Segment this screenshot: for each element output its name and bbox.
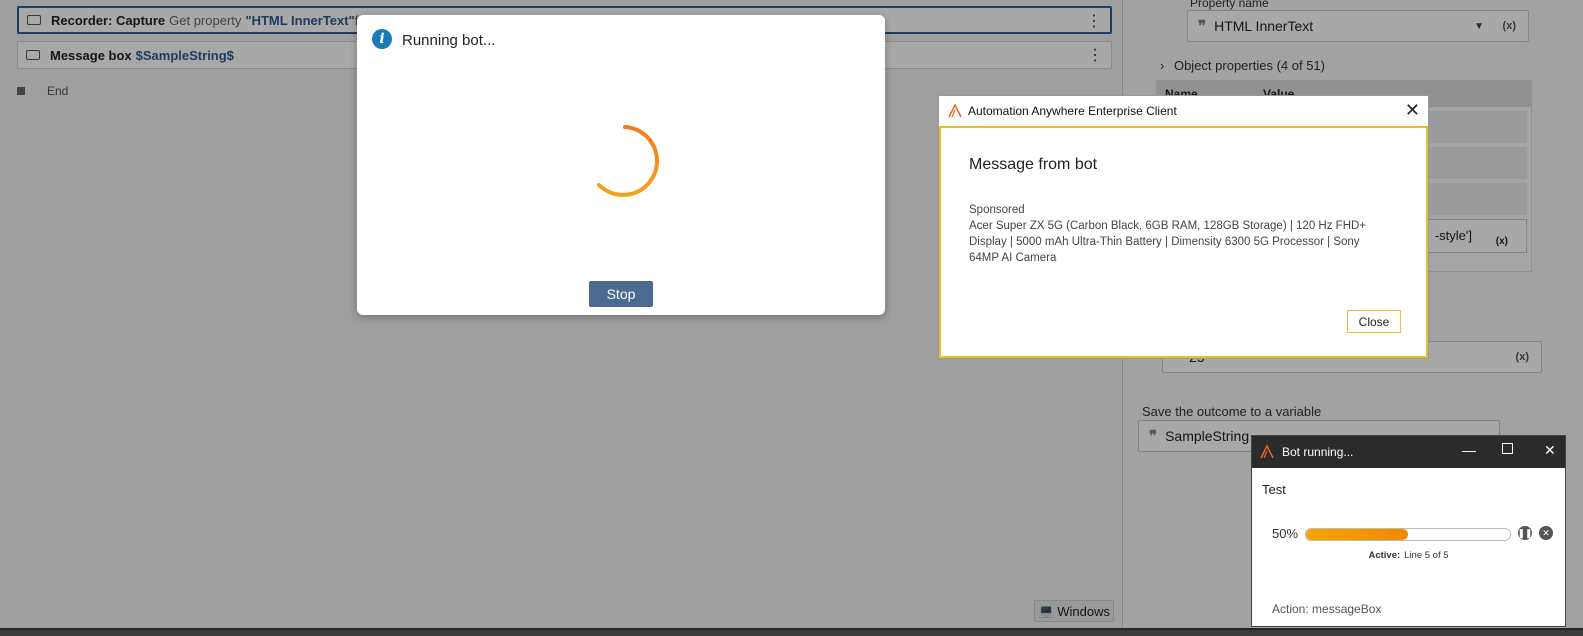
bot-running-window: Bot running... — ✕ Test 50% ❚❚ ✕ Active:… bbox=[1251, 435, 1566, 627]
dialog-titlebar: Automation Anywhere Enterprise Client ✕ bbox=[939, 96, 1428, 127]
progress-percent: 50% bbox=[1272, 526, 1299, 541]
progress-fill bbox=[1306, 529, 1408, 540]
automation-anywhere-logo-icon bbox=[1260, 445, 1274, 459]
stop-button[interactable]: Stop bbox=[589, 281, 653, 307]
cancel-icon[interactable]: ✕ bbox=[1539, 526, 1553, 540]
automation-anywhere-logo-icon bbox=[948, 104, 962, 118]
dialog-heading: Message from bot bbox=[969, 156, 1098, 173]
maximize-icon[interactable] bbox=[1502, 443, 1513, 454]
active-value: Line 5 of 5 bbox=[1404, 550, 1449, 561]
dialog-message: Sponsored Acer Super ZX 5G (Carbon Black… bbox=[969, 204, 1367, 264]
close-icon[interactable]: ✕ bbox=[1405, 100, 1420, 121]
pause-icon[interactable]: ❚❚ bbox=[1517, 526, 1533, 540]
minimize-icon[interactable]: — bbox=[1462, 442, 1476, 458]
modal-title: Running bot... bbox=[402, 32, 496, 49]
active-label: Active: bbox=[1368, 550, 1401, 561]
bot-window-title: Bot running... bbox=[1282, 445, 1354, 459]
bot-name: Test bbox=[1262, 482, 1286, 497]
loading-spinner-icon bbox=[597, 125, 660, 197]
close-button[interactable]: Close bbox=[1347, 310, 1401, 333]
active-line-status: Active: Line 5 of 5 bbox=[1252, 550, 1565, 561]
bot-window-titlebar: Bot running... — ✕ bbox=[1252, 436, 1565, 468]
running-bot-modal: i Running bot... Stop bbox=[357, 15, 885, 315]
progress-bar bbox=[1305, 528, 1511, 541]
dialog-body: Message from bot Sponsored Acer Super ZX… bbox=[939, 126, 1428, 358]
message-box-dialog: Automation Anywhere Enterprise Client ✕ … bbox=[938, 95, 1429, 359]
dialog-window-title: Automation Anywhere Enterprise Client bbox=[968, 104, 1177, 118]
current-action: Action: messageBox bbox=[1272, 602, 1382, 616]
close-icon[interactable]: ✕ bbox=[1544, 442, 1556, 459]
info-icon: i bbox=[372, 29, 392, 49]
